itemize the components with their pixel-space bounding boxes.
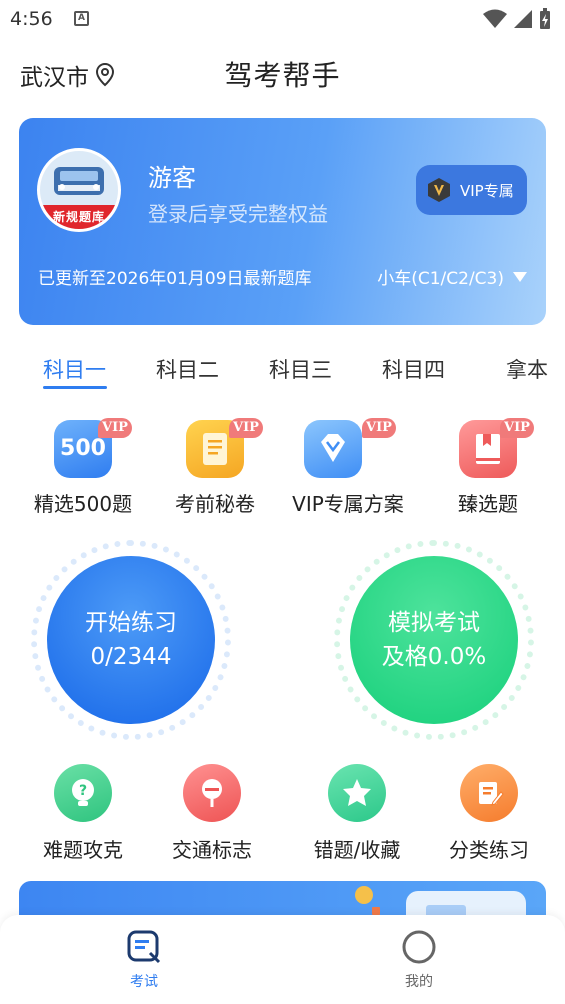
subject-tabs: 科目一 科目二 科目三 科目四 拿本 xyxy=(0,344,565,394)
svg-text:?: ? xyxy=(79,783,87,799)
signal-icon xyxy=(514,10,532,28)
nav-exam-label: 考试 xyxy=(130,974,158,990)
feature-selected-500[interactable]: 500 VIP 精选500题 xyxy=(13,416,153,516)
battery-icon xyxy=(540,8,550,29)
avatar-badge: 新规题库 xyxy=(40,205,118,229)
tab-subject-4[interactable]: 科目四 xyxy=(382,354,445,384)
vip-button-label: VIP专属 xyxy=(460,181,514,200)
tool-traffic-signs[interactable]: 交通标志 xyxy=(147,764,277,864)
profile-nav-icon xyxy=(402,930,436,964)
tab-get-license[interactable]: 拿本 xyxy=(506,354,548,384)
vip-crown-icon xyxy=(428,178,450,202)
tool-mistakes-favorites[interactable]: 错题/收藏 xyxy=(292,764,422,864)
city-selector[interactable]: 武汉市 xyxy=(20,58,115,92)
login-prompt[interactable]: 登录后享受完整权益 xyxy=(148,198,328,227)
star-icon xyxy=(328,764,386,822)
vip-tag: VIP xyxy=(500,418,534,438)
exam-nav-icon xyxy=(127,930,161,964)
tab-subject-2[interactable]: 科目二 xyxy=(156,354,219,384)
tab-subject-1[interactable]: 科目一 xyxy=(43,354,106,384)
tool-label: 交通标志 xyxy=(172,838,252,862)
nav-mine[interactable]: 我的 xyxy=(369,929,469,999)
avatar[interactable]: 新规题库 xyxy=(37,148,121,232)
tool-label: 难题攻克 xyxy=(43,838,123,862)
practice-progress: 0/2344 xyxy=(90,644,172,670)
start-practice-button[interactable]: 开始练习 0/2344 xyxy=(47,556,215,724)
vip-button[interactable]: VIP专属 xyxy=(416,165,527,215)
city-name: 武汉市 xyxy=(20,65,89,91)
edit-note-icon xyxy=(460,764,518,822)
vip-tag: VIP xyxy=(98,418,132,438)
exam-title: 模拟考试 xyxy=(388,610,480,636)
mock-exam-button[interactable]: 模拟考试 及格0.0% xyxy=(350,556,518,724)
status-icons xyxy=(483,8,551,29)
feature-exam-secret[interactable]: VIP 考前秘卷 xyxy=(145,416,285,516)
tab-indicator xyxy=(43,386,107,389)
update-info: 已更新至2026年01月09日最新题库 xyxy=(38,269,312,289)
diamond-icon xyxy=(304,420,362,478)
mock-exam-wrapper: 模拟考试 及格0.0% xyxy=(334,540,534,740)
tool-category-practice[interactable]: 分类练习 xyxy=(424,764,554,864)
dropdown-arrow-icon xyxy=(513,271,527,282)
car-type-selector[interactable]: 小车(C1/C2/C3) xyxy=(377,264,528,289)
traffic-sign-icon xyxy=(183,764,241,822)
feature-label: 精选500题 xyxy=(33,492,133,516)
bottom-nav: 考试 我的 xyxy=(0,915,565,1004)
car-type-label: 小车(C1/C2/C3) xyxy=(377,269,504,289)
feature-label: VIP专属方案 xyxy=(292,492,404,516)
tool-label: 分类练习 xyxy=(449,838,529,862)
feature-label: 臻选题 xyxy=(458,492,518,516)
feature-label: 考前秘卷 xyxy=(175,492,255,516)
status-bar: 4:56 A xyxy=(0,0,565,38)
tool-label: 错题/收藏 xyxy=(313,838,401,862)
tool-hard-questions[interactable]: ? 难题攻克 xyxy=(18,764,148,864)
guest-name[interactable]: 游客 xyxy=(148,158,196,193)
practice-title: 开始练习 xyxy=(85,610,177,636)
wifi-icon xyxy=(483,9,507,28)
vip-tag: VIP xyxy=(229,418,263,438)
notification-icon: A xyxy=(74,11,89,26)
header: 武汉市 驾考帮手 xyxy=(0,46,565,96)
nav-mine-label: 我的 xyxy=(405,974,433,990)
start-practice-wrapper: 开始练习 0/2344 xyxy=(31,540,231,740)
car-icon xyxy=(40,151,118,211)
question-bulb-icon: ? xyxy=(54,764,112,822)
feature-premium-questions[interactable]: VIP 臻选题 xyxy=(418,416,558,516)
vip-tag: VIP xyxy=(362,418,396,438)
feature-vip-plan[interactable]: VIP VIP专属方案 xyxy=(278,416,418,516)
status-time: 4:56 xyxy=(10,8,53,30)
location-pin-icon xyxy=(95,63,115,87)
exam-pass-rate: 及格0.0% xyxy=(381,644,487,670)
nav-exam[interactable]: 考试 xyxy=(94,929,194,999)
user-banner[interactable]: 新规题库 游客 登录后享受完整权益 VIP专属 已更新至2026年01月09日最… xyxy=(19,118,546,325)
tab-subject-3[interactable]: 科目三 xyxy=(269,354,332,384)
